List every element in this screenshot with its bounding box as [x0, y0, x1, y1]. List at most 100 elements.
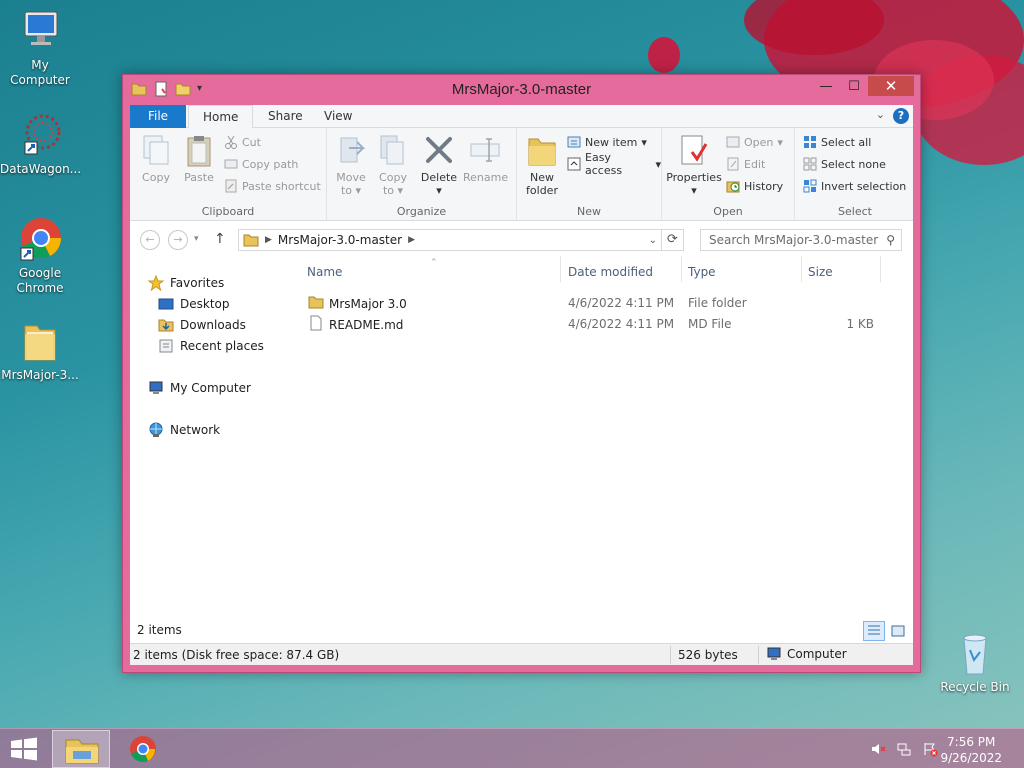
column-divider[interactable] — [880, 256, 881, 282]
scissors-icon — [224, 135, 238, 149]
new-item-button[interactable]: New item ▾ — [567, 133, 647, 151]
clock[interactable]: 7:56 PM 9/26/2022 — [940, 734, 1002, 766]
nav-item-downloads[interactable]: Downloads — [158, 316, 246, 334]
new-folder-button[interactable]: New folder — [523, 134, 561, 197]
items-count: 2 items — [137, 623, 182, 637]
close-button[interactable]: ✕ — [868, 76, 914, 96]
rename-icon — [469, 134, 501, 168]
move-to-button[interactable]: Move to ▾ — [333, 134, 369, 197]
select-none-button[interactable]: Select none — [803, 155, 886, 173]
tab-home[interactable]: Home — [188, 105, 254, 129]
large-icons-view-button[interactable] — [887, 621, 909, 641]
rename-button[interactable]: Rename — [463, 134, 508, 184]
breadcrumb-chevron-icon[interactable]: ▶ — [408, 235, 415, 245]
desktop-icon-mrsmajor-folder[interactable]: MrsMajor-3... — [0, 318, 80, 383]
open-icon — [726, 135, 740, 149]
title-bar[interactable]: ▾ MrsMajor-3.0-master — ☐ ✕ — [123, 75, 920, 105]
file-name-cell: MrsMajor 3.0 — [308, 294, 407, 313]
forward-button[interactable]: → — [168, 230, 188, 250]
chevron-down-icon[interactable]: ⌄ — [876, 108, 885, 121]
tab-file[interactable]: File — [130, 105, 186, 128]
clock-time: 7:56 PM — [947, 735, 996, 749]
column-header-date[interactable]: Date modified — [568, 265, 653, 287]
taskbar: 7:56 PM 9/26/2022 — [0, 728, 1024, 768]
desktop-icon-my-computer[interactable]: My Computer — [0, 8, 80, 88]
group-label-open: Open — [713, 205, 743, 218]
easy-access-button[interactable]: Easy access ▾ — [567, 151, 661, 177]
window-controls: — ☐ ✕ — [812, 76, 914, 96]
file-date-cell: 4/6/2022 4:11 PM — [568, 296, 675, 310]
taskbar-file-explorer[interactable] — [52, 730, 110, 768]
back-button[interactable]: ← — [140, 230, 160, 250]
paste-shortcut-button[interactable]: Paste shortcut — [224, 177, 321, 195]
properties-button[interactable]: Properties ▾ — [666, 134, 722, 197]
breadcrumb-current[interactable]: MrsMajor-3.0-master — [278, 233, 402, 247]
volume-muted-icon[interactable] — [870, 741, 886, 757]
windows-logo-icon — [11, 737, 37, 761]
delete-button[interactable]: Delete ▾ — [419, 134, 459, 197]
breadcrumb-chevron-icon[interactable]: ▶ — [265, 235, 272, 245]
nav-item-favorites[interactable]: Favorites — [147, 274, 224, 292]
desktop-icon-google-chrome[interactable]: Google Chrome — [0, 216, 80, 296]
select-all-button[interactable]: Select all — [803, 133, 871, 151]
details-view-icon — [868, 625, 880, 635]
nav-item-network[interactable]: Network — [148, 421, 220, 439]
edit-button[interactable]: Edit — [726, 155, 765, 173]
history-icon — [726, 179, 740, 193]
help-icon[interactable]: ? — [893, 108, 909, 124]
tab-share[interactable]: Share — [254, 105, 317, 128]
copy-button[interactable]: Copy — [138, 134, 174, 184]
properties-icon — [678, 134, 710, 168]
nav-item-desktop[interactable]: Desktop — [158, 295, 230, 313]
column-header-size[interactable]: Size — [808, 265, 833, 287]
copy-to-button[interactable]: Copy to ▾ — [375, 134, 411, 197]
address-row: ← → ▾ ↑ ▶ MrsMajor-3.0-master ▶ ⌄ ⟳ Sear… — [130, 222, 913, 256]
up-arrow-icon[interactable]: ↑ — [214, 231, 226, 247]
column-header-type[interactable]: Type — [688, 265, 716, 287]
group-label-clipboard: Clipboard — [201, 205, 255, 218]
invert-selection-icon — [803, 179, 817, 193]
desktop-icon-datawagon[interactable]: DataWagon... — [0, 112, 81, 177]
file-row[interactable]: MrsMajor 3.0 4/6/2022 4:11 PM File folde… — [298, 293, 913, 314]
network-icon[interactable] — [896, 741, 912, 757]
column-divider[interactable] — [801, 256, 802, 282]
desktop-icon — [158, 296, 174, 312]
address-dropdown-icon[interactable]: ⌄ — [649, 235, 657, 246]
action-center-icon[interactable] — [922, 741, 938, 757]
minimize-button[interactable]: — — [812, 76, 840, 96]
copy-icon — [140, 134, 172, 168]
folder-icon — [243, 232, 259, 248]
clock-date: 9/26/2022 — [940, 751, 1002, 765]
nav-item-my-computer[interactable]: My Computer — [148, 379, 251, 397]
invert-selection-button[interactable]: Invert selection — [803, 177, 906, 195]
computer-icon — [148, 380, 164, 396]
column-divider[interactable] — [560, 256, 561, 282]
new-item-icon — [567, 135, 581, 149]
column-header-name[interactable]: Name — [307, 265, 342, 287]
open-button[interactable]: Open ▾ — [726, 133, 783, 151]
paste-shortcut-icon — [224, 179, 238, 193]
file-row[interactable]: README.md 4/6/2022 4:11 PM MD File 1 KB — [298, 314, 913, 335]
cut-button[interactable]: Cut — [224, 133, 261, 151]
refresh-button[interactable]: ⟳ — [662, 229, 684, 251]
file-type-cell: File folder — [688, 296, 747, 310]
taskbar-google-chrome[interactable] — [126, 734, 160, 764]
tab-view[interactable]: View — [310, 105, 366, 128]
new-folder-icon — [526, 134, 558, 168]
column-divider[interactable] — [681, 256, 682, 282]
details-view-button[interactable] — [863, 621, 885, 641]
start-button[interactable] — [10, 737, 38, 761]
search-input[interactable]: Search MrsMajor-3.0-master ⚲ — [700, 229, 902, 251]
desktop-icon-recycle-bin[interactable]: Recycle Bin — [935, 630, 1015, 695]
sort-ascending-icon: ⌃ — [430, 258, 438, 268]
maximize-button[interactable]: ☐ — [840, 76, 868, 96]
recent-locations-chevron-icon[interactable]: ▾ — [194, 234, 199, 244]
explorer-window: ▾ MrsMajor-3.0-master — ☐ ✕ File Home Sh… — [122, 74, 921, 673]
nav-item-recent-places[interactable]: Recent places — [158, 337, 264, 355]
copy-path-button[interactable]: Copy path — [224, 155, 298, 173]
datawagon-icon — [17, 112, 63, 158]
paste-button[interactable]: Paste — [180, 134, 218, 184]
address-bar[interactable]: ▶ MrsMajor-3.0-master ▶ ⌄ — [238, 229, 662, 251]
view-switcher — [863, 621, 909, 641]
history-button[interactable]: History — [726, 177, 783, 195]
